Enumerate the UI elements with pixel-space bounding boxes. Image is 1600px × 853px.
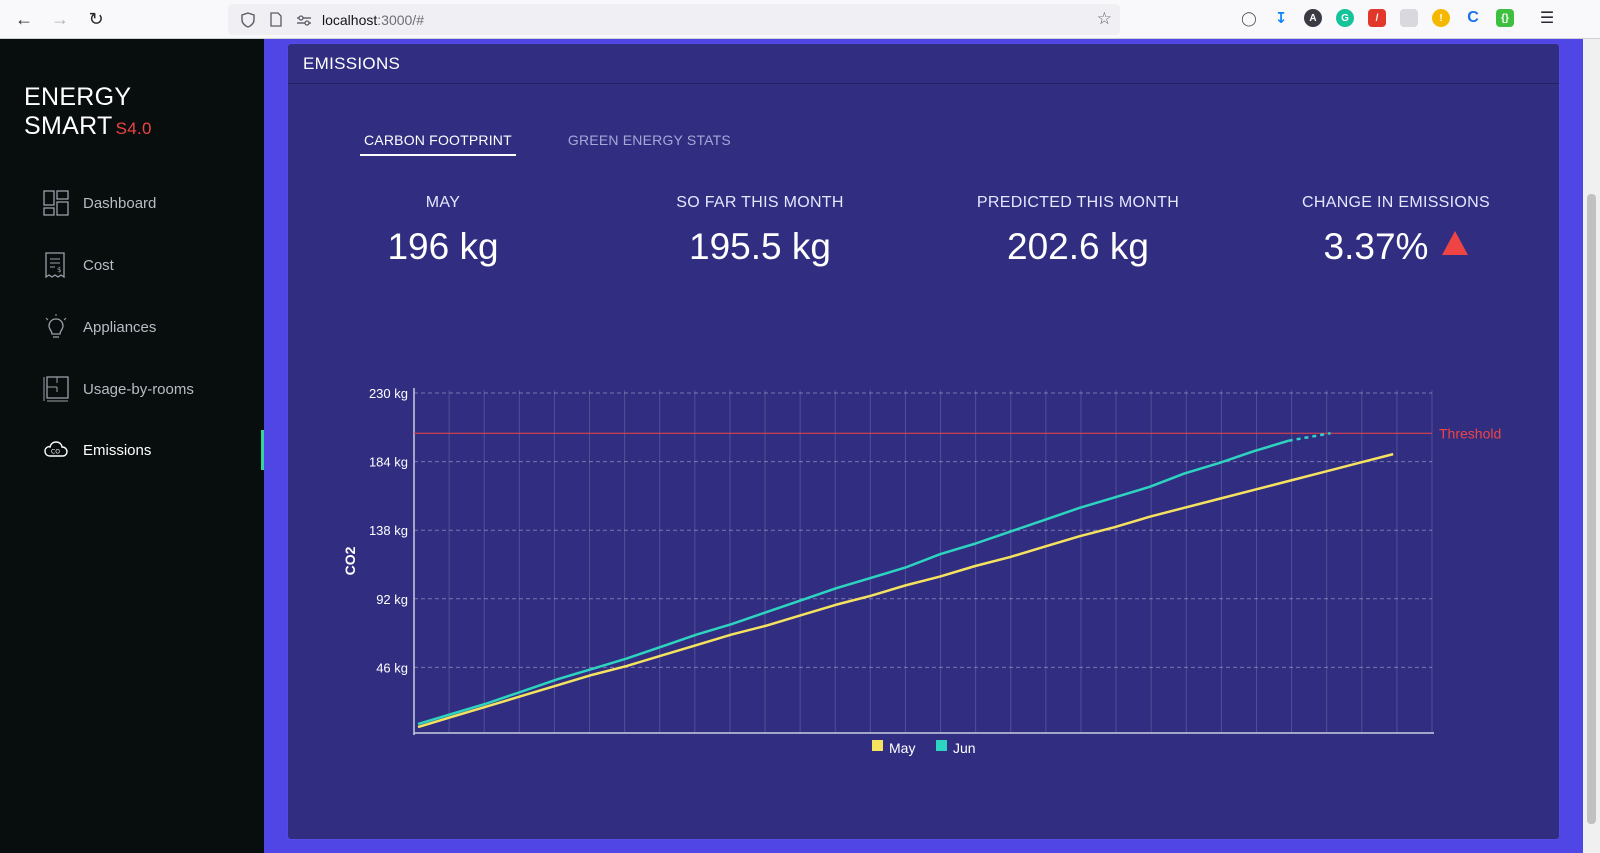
forward-icon[interactable]: → xyxy=(42,1,78,37)
y-tick-label: 230 kg xyxy=(369,386,408,401)
sidebar-item-dashboard[interactable]: Dashboard xyxy=(0,183,264,223)
y-tick-label: 92 kg xyxy=(376,592,408,607)
grammarly-icon[interactable]: G xyxy=(1336,9,1354,27)
svg-text:$: $ xyxy=(57,266,61,274)
connection-icon[interactable] xyxy=(294,10,314,30)
address-bar[interactable]: localhost:3000/# ☆ xyxy=(228,4,1120,35)
y-axis-label: CO2 xyxy=(342,546,358,575)
sidebar-item-label: Dashboard xyxy=(83,194,157,212)
brand-version: S4.0 xyxy=(115,119,152,138)
sidebar-item-label: Cost xyxy=(83,256,114,274)
c-extension-icon[interactable]: C xyxy=(1464,9,1482,27)
threshold-label: Threshold xyxy=(1439,425,1501,441)
sidebar-item-usage-by-rooms[interactable]: Usage-by-rooms xyxy=(0,369,264,409)
back-icon[interactable]: ← xyxy=(6,1,42,37)
emissions-chart: 46 kg 92 kg 138 kg 184 kg 230 kg CO2 Threshold… xyxy=(342,386,1501,756)
json-icon[interactable]: {} xyxy=(1496,9,1514,27)
sidebar-item-cost[interactable]: $ Cost xyxy=(0,245,264,285)
sidebar-item-appliances[interactable]: Appliances xyxy=(0,307,264,347)
legend-swatch-may xyxy=(872,740,883,751)
page-scrollbar[interactable] xyxy=(1583,39,1600,853)
menu-icon[interactable]: ☰ xyxy=(1538,9,1556,27)
sidebar-item-emissions[interactable]: CO Emissions xyxy=(0,430,264,470)
receipt-icon: $ xyxy=(43,252,69,278)
pocket-icon[interactable]: ◯ xyxy=(1240,9,1258,27)
legend-label-jun: Jun xyxy=(953,740,976,756)
series-line-jun xyxy=(417,439,1290,726)
page-icon xyxy=(266,10,286,30)
pdf-icon[interactable]: / xyxy=(1368,9,1386,27)
lightbulb-icon xyxy=(43,314,69,340)
svg-text:CO: CO xyxy=(51,449,60,456)
sidebar-item-label: Emissions xyxy=(83,441,152,459)
download-icon[interactable]: ↧ xyxy=(1272,9,1290,27)
dashboard-icon xyxy=(43,190,69,216)
legend-swatch-jun xyxy=(936,740,947,751)
sidebar-item-label: Appliances xyxy=(83,318,157,336)
series-prediction-jun xyxy=(1288,432,1331,442)
y-tick-label: 46 kg xyxy=(376,660,408,675)
brand-name: ENERGY SMART xyxy=(24,83,131,140)
emissions-panel: EMISSIONS CARBON FOOTPRINT GREEN ENERGY … xyxy=(288,44,1559,839)
sidebar: ENERGY SMART S4.0 Dashboard $ Cost Applia… xyxy=(0,39,264,853)
reload-icon[interactable]: ↻ xyxy=(78,1,114,37)
floorplan-icon xyxy=(43,376,69,402)
url-text: localhost:3000/# xyxy=(322,11,424,28)
brand-logo[interactable]: ENERGY SMART S4.0 xyxy=(24,83,264,141)
co2-cloud-icon: CO xyxy=(43,437,69,463)
y-tick-label: 184 kg xyxy=(369,455,408,470)
y-tick-label: 138 kg xyxy=(369,523,408,538)
browser-toolbar: ← → ↻ localhost:3000/# ☆ ◯ ↧ A G / ! C {… xyxy=(0,0,1600,39)
bookmark-star-icon[interactable]: ☆ xyxy=(1097,9,1112,29)
scrollbar-thumb[interactable] xyxy=(1587,194,1596,824)
account-icon[interactable]: A xyxy=(1304,9,1322,27)
extension-icons: ◯ ↧ A G / ! C {} ☰ xyxy=(1240,9,1556,27)
shield-icon xyxy=(238,10,258,30)
bee-icon[interactable]: ! xyxy=(1432,9,1450,27)
doc-icon[interactable] xyxy=(1400,9,1418,27)
legend-label-may: May xyxy=(889,740,915,756)
sidebar-item-label: Usage-by-rooms xyxy=(83,380,194,398)
